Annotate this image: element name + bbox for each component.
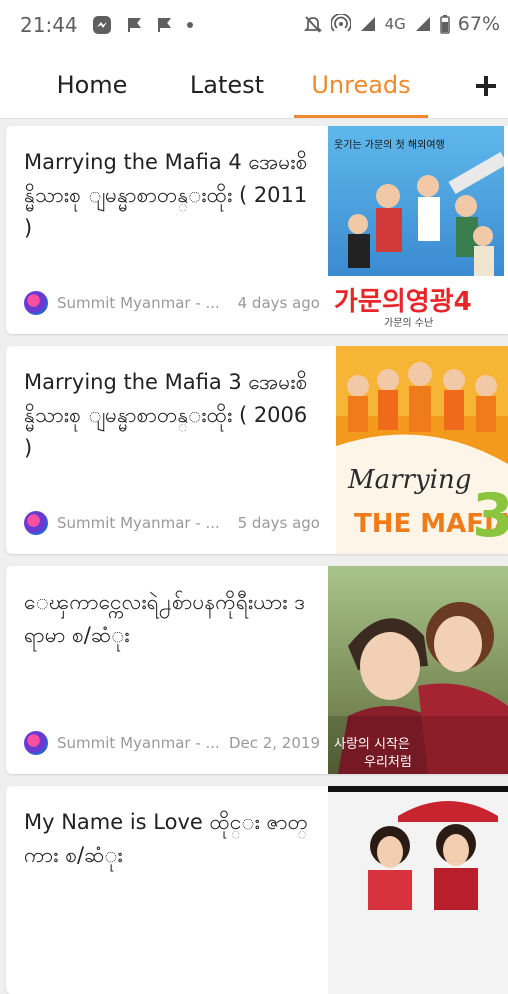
article-source: Summit Myanmar - ... [57, 294, 220, 312]
article-meta: Summit Myanmar - ... 4 days ago [24, 290, 320, 316]
article-title[interactable]: My Name is Love ထိုင္း ဇာတ္ကား စ/ဆံုး [24, 806, 314, 872]
poster-title-text: 가문의영광4 [334, 287, 472, 317]
article-title[interactable]: Marrying the Mafia 3 အေမးစိန္မိသားစု ျမန… [24, 366, 314, 465]
article-time: Dec 2, 2019 [228, 734, 320, 752]
status-time: 21:44 [20, 13, 78, 37]
dot-icon [186, 21, 194, 29]
article-thumbnail[interactable]: Marrying THE MAFIA 3 [336, 346, 508, 554]
battery-level: 67% [457, 13, 500, 35]
article-thumbnail[interactable]: 사랑의 시작은 우리처럼 [328, 566, 508, 774]
signal-icon [359, 15, 377, 33]
article-meta: Summit Myanmar - ... Dec 2, 2019 [24, 730, 320, 756]
messenger-icon [92, 15, 112, 35]
poster-subtitle-text: 우리처럼 [364, 755, 412, 770]
article-title[interactable]: Marrying the Mafia 4 အေမးစိန္မိသားစု ျမန… [24, 146, 314, 245]
article-source: Summit Myanmar - ... [57, 514, 220, 532]
source-avatar [24, 511, 48, 535]
signal-icon [414, 15, 432, 33]
status-bar: 21:44 4G 67% [0, 0, 508, 52]
tab-bar: Home Latest Unreads [0, 52, 508, 119]
article-thumbnail[interactable] [328, 786, 508, 994]
tab-latest[interactable]: Latest [172, 52, 282, 118]
flag-icon [126, 16, 142, 34]
poster-title-text: Marrying [347, 465, 471, 495]
tab-home[interactable]: Home [38, 52, 146, 118]
tab-unreads[interactable]: Unreads [294, 52, 428, 118]
article-card[interactable]: Marrying the Mafia 4 အေမးစိန္မိသားစု ျမန… [6, 126, 508, 334]
poster-top-text: 웃기는 가문의 첫 해외여행 [334, 138, 445, 151]
mute-icon [303, 14, 323, 34]
active-tab-indicator [294, 115, 428, 118]
article-time: 5 days ago [237, 514, 320, 532]
article-meta: Summit Myanmar - ... 5 days ago [24, 510, 320, 536]
network-type: 4G [384, 15, 406, 33]
hotspot-icon [330, 14, 351, 34]
flag-icon [156, 16, 172, 34]
article-card[interactable]: ေၾကာင္ကေလးရဲ႕စ်ာပနကိုရီးယား ဒရာမာ စ/ဆံုး… [6, 566, 508, 774]
article-time: 4 days ago [237, 294, 320, 312]
source-avatar [24, 291, 48, 315]
article-source: Summit Myanmar - ... [57, 734, 220, 752]
article-card[interactable]: Marrying the Mafia 3 အေမးစိန္မိသားစု ျမန… [6, 346, 508, 554]
article-card[interactable]: My Name is Love ထိုင္း ဇာတ္ကား စ/ဆံုး [6, 786, 508, 994]
plus-icon [476, 76, 496, 96]
article-thumbnail[interactable]: 웃기는 가문의 첫 해외여행 가문의영광4 가문의 수난 [328, 126, 504, 334]
battery-icon [440, 14, 450, 34]
poster-number-text: 3 [472, 481, 508, 551]
article-title[interactable]: ေၾကာင္ကေလးရဲ႕စ်ာပနကိုရီးယား ဒရာမာ စ/ဆံုး [24, 586, 314, 652]
poster-subtitle-text: 가문의 수난 [384, 317, 433, 329]
poster-title-text: 사랑의 시작은 [334, 737, 410, 752]
add-tab-button[interactable] [470, 70, 502, 102]
source-avatar [24, 731, 48, 755]
